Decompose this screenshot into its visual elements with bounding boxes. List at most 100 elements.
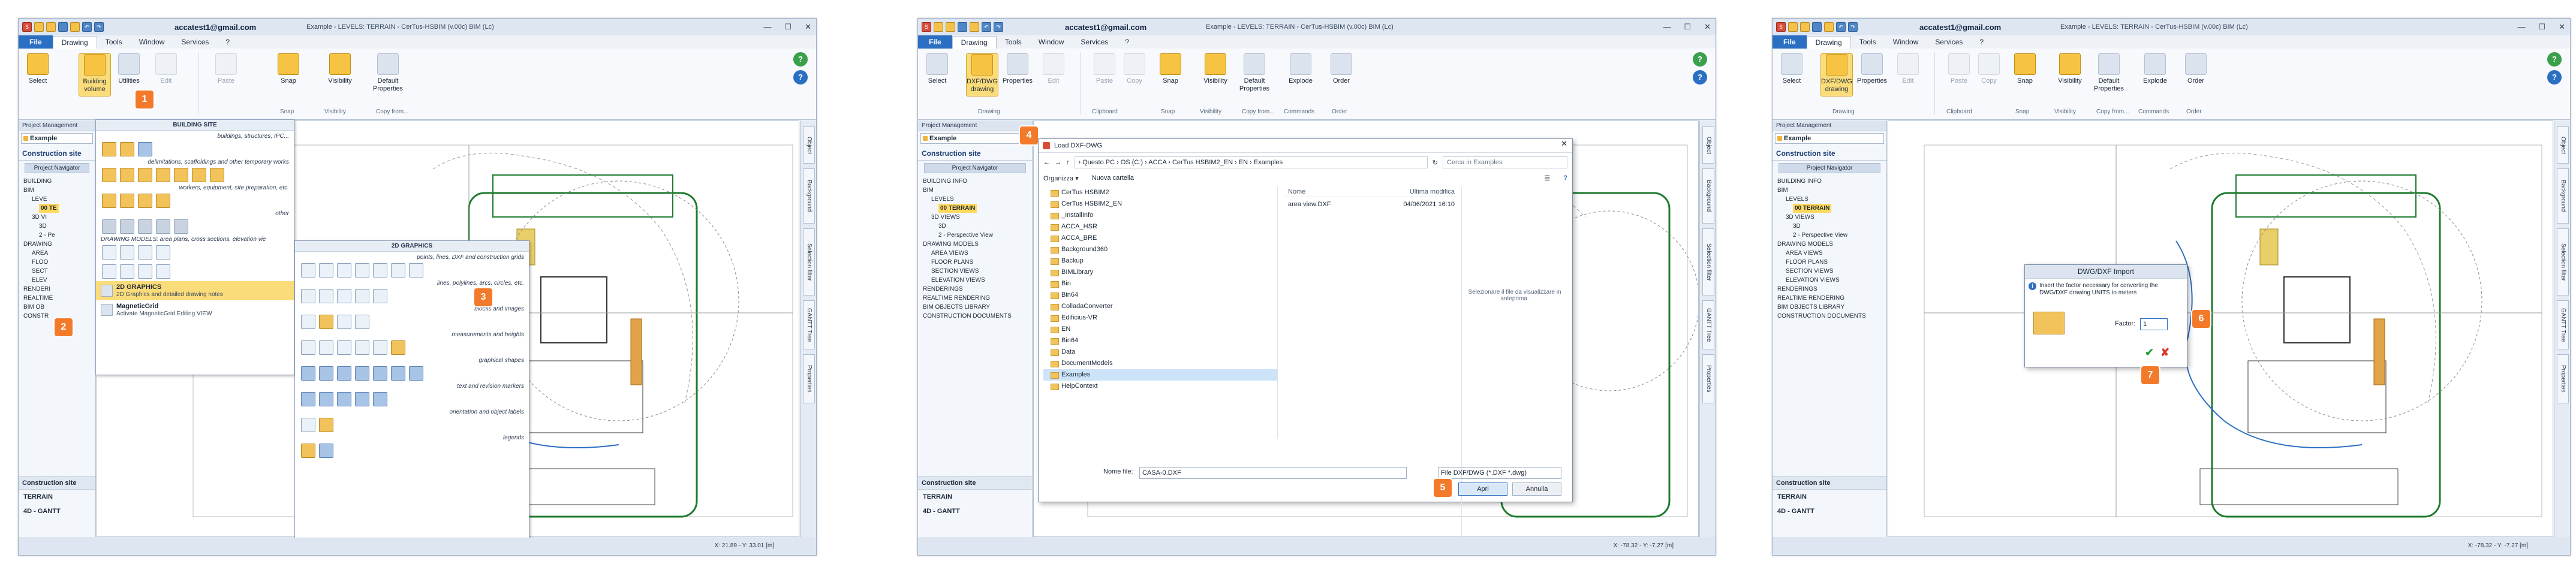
grid-icon[interactable] [337,263,351,278]
scaffold-icon[interactable] [120,168,134,182]
balloon-icon[interactable] [373,392,387,406]
dimension-icon[interactable] [301,340,315,355]
save-icon[interactable] [958,22,967,32]
minimize-icon[interactable]: — [1663,22,1671,32]
menu-help[interactable]: ? [217,35,238,49]
menu-tools[interactable]: Tools [97,35,131,49]
tree-item[interactable]: 3D [21,222,93,231]
paste-button[interactable]: Paste [1943,53,1975,85]
drawing-icon[interactable] [102,264,116,279]
excavator-icon[interactable] [120,194,134,208]
print-icon[interactable] [70,22,80,32]
open-button[interactable]: Apri [1458,482,1507,496]
menu-services[interactable]: Services [173,35,217,49]
text-box-icon[interactable] [319,392,333,406]
view-icon[interactable]: ☰ [1544,174,1550,182]
gantt-item[interactable]: 4D - GANTT [1772,504,1886,518]
tree-item[interactable]: BUILDING [21,177,93,186]
ruler-icon[interactable] [391,340,405,355]
close-icon[interactable]: ✕ [805,22,811,32]
properties-button[interactable]: Properties [1002,53,1033,85]
tab-selection-filter[interactable]: Selection filter [2557,228,2569,295]
gate-icon[interactable] [192,168,206,182]
utilities-button[interactable]: Utilities [113,53,145,85]
up-arrow-icon[interactable]: ↑ [1066,159,1070,166]
redo-icon[interactable]: ↷ [994,22,1003,32]
text-icon[interactable] [301,392,315,406]
tree-item[interactable]: ELEVATION VIEWS [920,276,1030,285]
open-folder-icon[interactable] [1800,22,1810,32]
menu-services[interactable]: Services [1927,35,1971,49]
hoarding-icon[interactable] [174,168,188,182]
tree-item[interactable]: REALTIME RENDERING [1775,294,1884,303]
rectangle-icon[interactable] [301,366,315,381]
tab-gantt-tree[interactable]: GANTT Tree [1702,300,1714,349]
app-icon[interactable]: S [922,22,931,32]
menu-file[interactable]: File [1772,35,1807,49]
edit-button[interactable]: Edit [151,53,182,85]
tree-item[interactable]: FLOOR PLANS [920,258,1030,267]
block-icon[interactable] [301,315,315,329]
tree-item-active[interactable]: 00 TERRAIN [938,204,977,213]
folder-item[interactable]: ColladaConverter [1043,301,1277,312]
dxf-dwg-drawing-button[interactable]: DXF/DWG drawing [966,53,998,96]
point-icon[interactable] [301,263,315,278]
tree-item[interactable]: 3D VIEWS [920,213,1030,222]
worker-icon[interactable] [102,194,116,208]
redo-icon[interactable]: ↷ [94,22,104,32]
refresh-icon[interactable]: ↻ [1433,159,1438,167]
explode-button[interactable]: Explode [2139,53,2171,85]
project-combo[interactable]: Example [21,133,93,144]
redo-icon[interactable]: ↷ [1848,22,1858,32]
folder-item[interactable]: Bin64 [1043,289,1277,301]
print-icon[interactable] [970,22,979,32]
account-name[interactable]: accatest1@gmail.com [174,23,256,32]
edit-button[interactable]: Edit [1892,53,1924,85]
tree-item[interactable]: FLOO [21,258,93,267]
tree-item[interactable]: BIM [1775,186,1884,195]
container-icon[interactable] [156,168,170,182]
search-input[interactable]: Cerca in Examples [1443,156,1567,168]
misc-icon[interactable] [120,219,134,234]
tree-item[interactable]: 3D [920,222,1030,231]
menu-window[interactable]: Window [1030,35,1073,49]
select-button[interactable]: Select [22,53,53,85]
maximize-icon[interactable]: ☐ [1684,22,1691,32]
default-properties-button[interactable]: Default Properties [1239,53,1270,93]
order-button[interactable]: Order [1326,53,1357,85]
copy-button[interactable]: Copy [1119,53,1150,85]
tree-item[interactable]: LEVE [21,195,93,204]
tree-item[interactable]: BIM [920,186,1030,195]
gantt-item[interactable]: 4D - GANTT [19,504,95,518]
factor-input[interactable]: 1 [2140,318,2168,330]
tree-item[interactable]: CONSTRUCTION DOCUMENTS [1775,312,1884,321]
menu-drawing[interactable]: Drawing [1806,35,1851,49]
column-name[interactable]: Nome [1288,188,1305,195]
folder-item[interactable]: ACCA_BRE [1043,233,1277,244]
fence-icon[interactable] [102,168,116,182]
tab-properties[interactable]: Properties [1702,354,1714,403]
paste-button[interactable]: Paste [210,53,242,85]
floor-plan-icon[interactable] [120,245,134,260]
cancel-x-icon[interactable]: ✘ [2160,346,2169,359]
tab-selection-filter[interactable]: Selection filter [1702,228,1714,295]
select-button[interactable]: Select [1776,53,1807,85]
close-icon[interactable]: ✕ [1704,22,1711,32]
misc-icon[interactable] [156,219,170,234]
drawing-canvas[interactable] [1888,120,2553,537]
tree-item[interactable]: AREA [21,249,93,258]
gantt-item[interactable]: 4D - GANTT [918,504,1032,518]
help-icon[interactable]: ? [793,52,808,67]
legend-icon[interactable] [301,444,315,458]
minimize-icon[interactable]: — [763,22,771,32]
tree-item[interactable]: DRAWING [21,240,93,249]
block-icon[interactable] [355,315,369,329]
open-folder-icon[interactable] [946,22,955,32]
folder-item[interactable]: Backup [1043,255,1277,267]
tree-item[interactable]: LEVELS [920,195,1030,204]
folder-item-selected[interactable]: Examples [1043,369,1277,381]
file-row[interactable]: area view.DXF 04/06/2021 16:10 [1284,197,1458,212]
tree-item[interactable]: BUILDING INFO [920,177,1030,186]
print-icon[interactable] [1824,22,1834,32]
polygon-icon[interactable] [337,366,351,381]
